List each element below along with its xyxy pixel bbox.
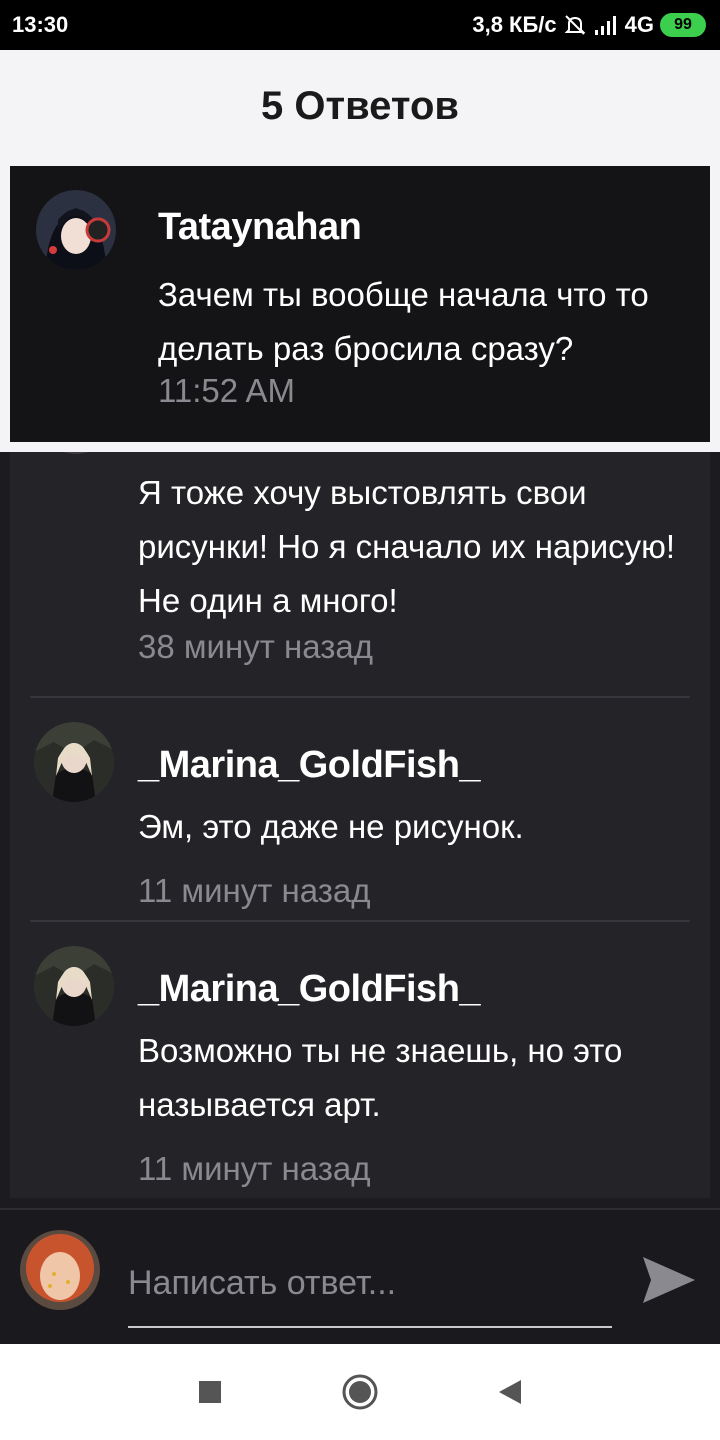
comment-text: Возможно ты не знаешь, но это называется… xyxy=(138,1032,623,1123)
battery-level: 99 xyxy=(674,16,692,33)
list-item[interactable]: Я тоже хочу выстовлять свои рисунки! Но … xyxy=(10,452,710,696)
recent-apps-button[interactable] xyxy=(185,1367,235,1417)
back-icon xyxy=(499,1380,521,1404)
header: 5 Ответов xyxy=(0,50,720,162)
avatar[interactable] xyxy=(34,722,114,802)
comment-timestamp: 11 минут назад xyxy=(138,1150,371,1187)
avatar[interactable] xyxy=(36,452,116,454)
comment-timestamp: 38 минут назад xyxy=(138,628,373,665)
home-button[interactable] xyxy=(335,1367,385,1417)
status-time: 13:30 xyxy=(12,12,69,37)
mute-icon xyxy=(563,13,587,37)
replies-list[interactable]: Я тоже хочу выстовлять свои рисунки! Но … xyxy=(10,452,710,1198)
status-indicators: 3,8 КБ/с 4G 99 xyxy=(472,12,706,38)
comment-timestamp: 11:52 AM xyxy=(158,372,295,409)
comment-text: Эм, это даже не рисунок. xyxy=(138,808,524,845)
avatar[interactable] xyxy=(20,1230,100,1310)
send-button[interactable] xyxy=(636,1248,700,1312)
back-button[interactable] xyxy=(485,1367,535,1417)
signal-icon xyxy=(593,14,619,36)
comment-author[interactable]: _Marina_GoldFish_ xyxy=(138,744,481,787)
parent-comment-wrapper: Tataynahan Зачем ты вообще начала что то… xyxy=(0,162,720,452)
network-type: 4G xyxy=(624,12,654,37)
page-title: 5 Ответов xyxy=(261,83,459,128)
navigation-bar xyxy=(0,1344,720,1440)
list-item[interactable]: _Marina_GoldFish_ Возможно ты не знаешь,… xyxy=(10,922,710,1198)
comment-timestamp: 11 минут назад xyxy=(138,872,371,909)
comment-text: Я тоже хочу выстовлять свои рисунки! Но … xyxy=(138,474,676,619)
comment-author[interactable]: _Marina_GoldFish_ xyxy=(138,968,481,1011)
comment-author[interactable]: Tataynahan xyxy=(158,206,362,249)
comment-text: Зачем ты вообще начала что то делать раз… xyxy=(158,276,649,367)
reply-input[interactable] xyxy=(128,1240,612,1328)
avatar[interactable] xyxy=(34,946,114,1026)
list-item[interactable]: _Marina_GoldFish_ Эм, это даже не рисуно… xyxy=(10,698,710,920)
parent-comment[interactable]: Tataynahan Зачем ты вообще начала что то… xyxy=(10,166,710,442)
home-icon xyxy=(342,1374,378,1410)
send-icon xyxy=(643,1257,695,1303)
battery-icon: 99 xyxy=(660,13,706,37)
network-speed: 3,8 КБ/с xyxy=(472,12,557,37)
avatar[interactable] xyxy=(36,190,116,270)
recent-apps-icon xyxy=(199,1381,221,1403)
reply-composer xyxy=(0,1208,720,1344)
status-bar: 13:30 3,8 КБ/с 4G 99 xyxy=(0,0,720,50)
